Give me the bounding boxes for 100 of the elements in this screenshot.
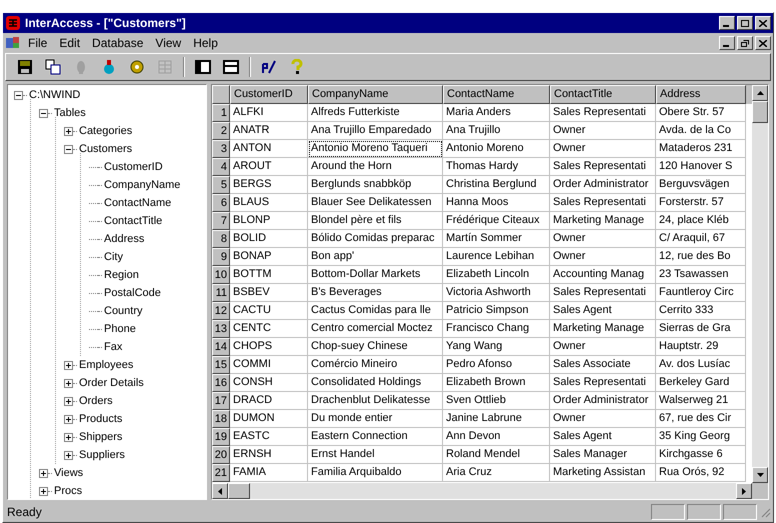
expand-toggle[interactable] — [64, 378, 73, 388]
table-cell: Ana Trujillo — [443, 122, 550, 140]
tree-item[interactable]: Shippers — [77, 429, 124, 445]
row-header[interactable]: 4 — [212, 158, 230, 176]
tree-item[interactable]: Suppliers — [77, 447, 127, 463]
table-cell: Victoria Ashworth — [443, 284, 550, 302]
table-cell: Owner — [550, 140, 656, 158]
row-header[interactable]: 10 — [212, 266, 230, 284]
menu-item[interactable]: Database — [87, 34, 148, 52]
row-header[interactable]: 9 — [212, 248, 230, 266]
row-header[interactable]: 11 — [212, 284, 230, 302]
tree-item[interactable]: C:\NWIND — [27, 87, 82, 103]
column-header[interactable]: Address — [656, 85, 746, 104]
tree-item[interactable]: Customers — [77, 141, 134, 157]
row-header[interactable]: 12 — [212, 302, 230, 320]
row-header[interactable]: 17 — [212, 392, 230, 410]
table-cell: CONSH — [230, 374, 308, 392]
table-cell: BLONP — [230, 212, 308, 230]
tree-item[interactable]: CompanyName — [102, 177, 182, 193]
table-cell: Marketing Manage — [550, 212, 656, 230]
collapse-toggle[interactable] — [14, 90, 23, 100]
tree-item[interactable]: Categories — [77, 123, 134, 139]
maximize-button[interactable] — [737, 16, 753, 30]
expand-toggle[interactable] — [64, 396, 73, 406]
vertical-split-icon — [195, 59, 211, 75]
table-cell: Hanna Moos — [443, 194, 550, 212]
table-cell: Owner — [550, 230, 656, 248]
tree-item[interactable]: Fax — [102, 339, 124, 355]
row-header[interactable]: 21 — [212, 464, 230, 482]
vertical-scrollbar[interactable] — [752, 85, 768, 483]
tree-item[interactable]: Employees — [77, 357, 136, 373]
close-button[interactable] — [755, 16, 771, 30]
tree-item[interactable]: Tables — [52, 105, 88, 121]
tree-item[interactable]: Phone — [102, 321, 138, 337]
row-header[interactable]: 6 — [212, 194, 230, 212]
expand-toggle[interactable] — [64, 414, 73, 424]
collapse-toggle[interactable] — [39, 108, 48, 118]
tree-item[interactable]: Country — [102, 303, 145, 319]
column-header[interactable]: CompanyName — [308, 85, 443, 104]
expand-toggle[interactable] — [39, 486, 48, 496]
tree-item[interactable]: Address — [102, 231, 146, 247]
menu-item[interactable]: View — [150, 34, 186, 52]
table-cell: Order Administrator — [550, 176, 656, 194]
expand-toggle[interactable] — [64, 360, 73, 370]
column-header[interactable]: ContactTitle — [550, 85, 656, 104]
collapse-toggle[interactable] — [64, 144, 73, 154]
close-button[interactable] — [755, 36, 771, 50]
row-header[interactable]: 2 — [212, 122, 230, 140]
expand-toggle[interactable] — [39, 468, 48, 478]
row-header[interactable]: 20 — [212, 446, 230, 464]
column-header[interactable]: ContactName — [443, 85, 550, 104]
tree-item[interactable]: Products — [77, 411, 124, 427]
table-cell: Owner — [550, 248, 656, 266]
tree-item[interactable]: PostalCode — [102, 285, 163, 301]
row-header[interactable]: 8 — [212, 230, 230, 248]
corner-header — [212, 85, 230, 104]
scroll-thumb[interactable] — [228, 483, 250, 499]
menu-item[interactable]: Help — [188, 34, 223, 52]
horizontal-scrollbar[interactable] — [212, 483, 752, 499]
row-header[interactable]: 13 — [212, 320, 230, 338]
row-header[interactable]: 5 — [212, 176, 230, 194]
row-header[interactable]: 16 — [212, 374, 230, 392]
column-header[interactable]: CustomerID — [230, 85, 308, 104]
row-header[interactable]: 18 — [212, 410, 230, 428]
row-header[interactable]: 1 — [212, 104, 230, 122]
tree-item[interactable]: Views — [52, 465, 86, 481]
table-cell: Av. dos Lusíac — [656, 356, 746, 374]
expand-toggle[interactable] — [64, 450, 73, 460]
row-header[interactable]: 15 — [212, 356, 230, 374]
scroll-thumb[interactable] — [752, 101, 768, 123]
table-cell: Sales Agent — [550, 428, 656, 446]
table-cell: Familia Arquibaldo — [308, 464, 443, 482]
table-cell: CHOPS — [230, 338, 308, 356]
tree-item[interactable]: Procs — [52, 483, 84, 499]
table-cell: Roland Mendel — [443, 446, 550, 464]
row-header[interactable]: 3 — [212, 140, 230, 158]
expand-toggle[interactable] — [64, 126, 73, 136]
minimize-button[interactable] — [719, 16, 735, 30]
tree-item[interactable]: ContactTitle — [102, 213, 164, 229]
tree-item[interactable]: Order Details — [77, 375, 146, 391]
table-cell: AROUT — [230, 158, 308, 176]
restore-button[interactable] — [737, 36, 753, 50]
table-cell: Sales Representati — [550, 374, 656, 392]
gear-icon — [128, 59, 146, 75]
row-header[interactable]: 7 — [212, 212, 230, 230]
tree-item[interactable]: Region — [102, 267, 141, 283]
tree-item[interactable]: ContactName — [102, 195, 174, 211]
tree-item[interactable]: Orders — [77, 393, 115, 409]
table-cell: BLAUS — [230, 194, 308, 212]
table-cell: Forsterstr. 57 — [656, 194, 746, 212]
resize-grip-icon — [759, 506, 771, 518]
menu-item[interactable]: File — [23, 34, 52, 52]
table-cell: Chop-suey Chinese — [308, 338, 443, 356]
tree-item[interactable]: CustomerID — [102, 159, 165, 175]
row-header[interactable]: 19 — [212, 428, 230, 446]
menu-item[interactable]: Edit — [54, 34, 86, 52]
tree-item[interactable]: City — [102, 249, 125, 265]
expand-toggle[interactable] — [64, 432, 73, 442]
minimize-button[interactable] — [719, 36, 735, 50]
row-header[interactable]: 14 — [212, 338, 230, 356]
